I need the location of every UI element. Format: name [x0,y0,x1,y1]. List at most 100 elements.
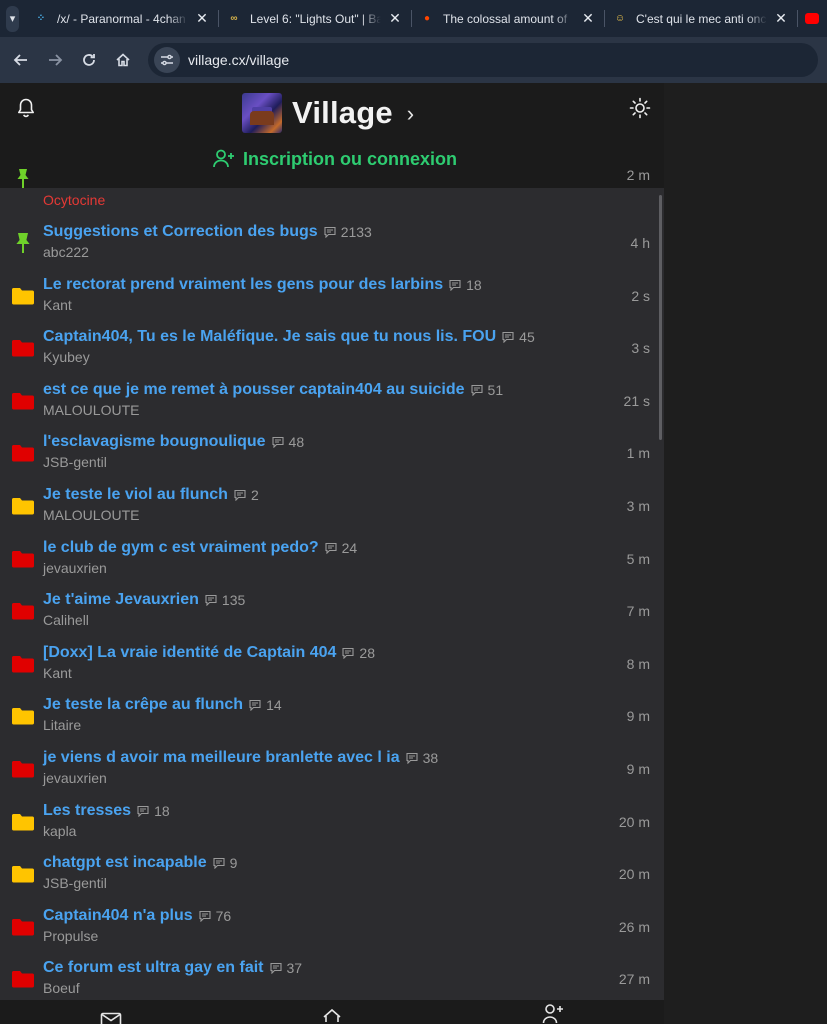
reddit-icon: ● [423,13,431,24]
comment-icon [271,437,284,449]
comment-count: 37 [269,960,302,976]
thread-row[interactable]: Le rectorat prend vraiment les gens pour… [0,276,664,328]
browser-tab[interactable]: ∞ Level 6: "Lights Out" | Ba ✕ [218,0,411,37]
thread-row[interactable]: Je teste la crêpe au flunch 14 Litaire 9 m [0,696,664,748]
thread-title-link[interactable]: Je teste la crêpe au flunch [43,696,243,714]
close-icon[interactable]: ✕ [194,10,210,27]
theme-sun-icon[interactable] [629,97,651,119]
thread-title-link[interactable]: Ce forum est ultra gay en fait [43,959,264,977]
thread-title-link[interactable]: Je t'aime Jevauxrien [43,591,199,609]
comment-count: 28 [342,645,375,661]
browser-tab[interactable]: ● The colossal amount of ✕ [411,0,604,37]
thread-row[interactable]: le club de gym c est vraiment pedo? 24 jev… [0,539,664,591]
thread-row[interactable]: Captain404 n'a plus 76 Propulse 26 m [0,907,664,959]
thread-author[interactable]: Propulse [43,928,98,944]
comment-icon [137,805,149,817]
thread-row[interactable]: Je t'aime Jevauxrien 135 Calihell 7 m [0,591,664,643]
thread-author[interactable]: Kant [43,297,72,313]
tab-search-button[interactable]: ▾ [6,5,19,32]
browser-tab[interactable]: ⁘ /x/ - Paranormal - 4chan ✕ [25,0,218,37]
thread-row[interactable]: l'esclavagisme bougnoulique 48 JSB-gentil 1… [0,433,664,485]
thread-title-line: chatgpt est incapable 9 [43,854,237,872]
thread-row[interactable]: Captain404, Tu es le Maléfique. Je sais … [0,328,664,380]
thread-row[interactable]: Suggestions et Correction des bugs 2133 ab… [0,223,664,275]
thread-title-link[interactable]: le club de gym c est vraiment pedo? [43,539,319,557]
thread-author[interactable]: Ocytocine [43,192,105,208]
folder-red-icon [12,392,34,410]
thread-title-link[interactable]: [Doxx] La vraie identité de Captain 404 [43,644,336,662]
thread-author[interactable]: JSB-gentil [43,454,107,470]
comment-count-value: 2133 [340,224,372,240]
home-icon[interactable] [321,1008,343,1022]
folder-red-icon [12,655,34,673]
comment-count: 38 [406,750,438,766]
address-bar[interactable]: village.cx/village [148,43,818,77]
comment-count: 2 [234,487,259,503]
thread-title-link[interactable]: Les tresses [43,802,131,820]
thread-title-link[interactable]: Captain404 n'a plus [43,907,193,925]
back-button[interactable] [4,43,38,77]
thread-author[interactable]: Calihell [43,612,89,628]
comment-icon [406,752,418,764]
thread-author[interactable]: MALOULOUTE [43,402,139,418]
thread-title-line: Captain404, Tu es le Maléfique. Je sais … [43,328,535,346]
comment-count-value: 14 [266,697,282,714]
reload-button[interactable] [72,43,106,77]
close-icon[interactable]: ✕ [580,10,596,27]
thread-title-link[interactable]: est ce que je me remet à pousser captain… [43,381,465,399]
thread-author[interactable]: JSB-gentil [43,875,107,891]
thread-title-line: Suggestions et Correction des bugs 2133 [43,223,372,241]
thread-row[interactable]: Je teste le viol au flunch 2 MALOULOUTE 3 m [0,486,664,538]
login-label: Inscription ou connexion [243,148,458,169]
thread-title-link[interactable]: l'esclavagisme bougnoulique [43,433,266,451]
thread-author[interactable]: jevauxrien [43,560,107,576]
close-icon[interactable]: ✕ [773,10,789,27]
comment-icon [199,910,211,922]
thread-author[interactable]: jevauxrien [43,770,107,786]
notification-bell-icon[interactable] [16,97,36,119]
thread-author[interactable]: abc222 [43,244,89,260]
login-button[interactable]: Inscription ou connexion [212,147,457,171]
browser-toolbar: village.cx/village [0,37,827,83]
thread-time: 20 m [618,813,650,830]
home-button[interactable] [106,43,140,77]
thread-title-link[interactable]: je viens d avoir ma meilleure branlette … [43,749,400,767]
thread-row[interactable]: chatgpt est incapable 9 JSB-gentil 20 m [0,854,664,906]
browser-tab-partial[interactable] [797,0,827,37]
thread-author[interactable]: MALOULOUTE [43,507,139,523]
add-user-icon [213,149,234,168]
thread-author[interactable]: Litaire [43,717,81,733]
browser-tab[interactable]: ☺ C'est qui le mec anti onc ✕ [604,0,797,37]
thread-row[interactable]: est ce que je me remet à pousser captain… [0,381,664,433]
thread-title-link[interactable]: Je teste le viol au flunch [43,486,228,504]
web-page: Village › Inscription ou connexion Ocyto… [0,83,827,1024]
scrollbar-thumb[interactable] [659,195,662,440]
comment-count-value: 51 [487,381,504,398]
folder-yellow-icon [12,813,34,831]
forum-title-link[interactable]: Village › [242,93,414,133]
thread-title-link[interactable]: Suggestions et Correction des bugs [43,223,318,241]
add-user-nav-icon[interactable] [542,1003,564,1023]
thread-author[interactable]: kapla [43,823,76,839]
thread-author[interactable]: Kyubey [43,349,90,365]
thread-row[interactable]: je viens d avoir ma meilleure branlette … [0,749,664,801]
forward-button[interactable] [38,43,72,77]
comment-count-value: 48 [288,434,305,451]
site-info-button[interactable] [154,47,180,73]
mail-icon[interactable] [100,1012,122,1024]
comment-icon [342,647,354,659]
thread-title-link[interactable]: chatgpt est incapable [43,854,207,872]
thread-title-link[interactable]: Le rectorat prend vraiment les gens pour… [43,276,443,294]
thread-author[interactable]: Kant [43,665,72,681]
glasses-icon: ∞ [230,13,238,24]
thread-row[interactable]: [Doxx] La vraie identité de Captain 404 2… [0,644,664,696]
thread-row[interactable]: Les tresses 18 kapla 20 m [0,802,664,854]
comment-icon [449,279,461,291]
close-icon[interactable]: ✕ [387,10,403,27]
thread-author[interactable]: Boeuf [43,980,80,996]
thread-title-link[interactable]: Captain404, Tu es le Maléfique. Je sais … [43,328,496,346]
folder-red-icon [12,550,34,568]
thread-time: 3 m [626,498,650,514]
thread-time: 4 h [630,235,650,251]
thread-row-partial[interactable]: Ocytocine 2 m [0,167,664,223]
